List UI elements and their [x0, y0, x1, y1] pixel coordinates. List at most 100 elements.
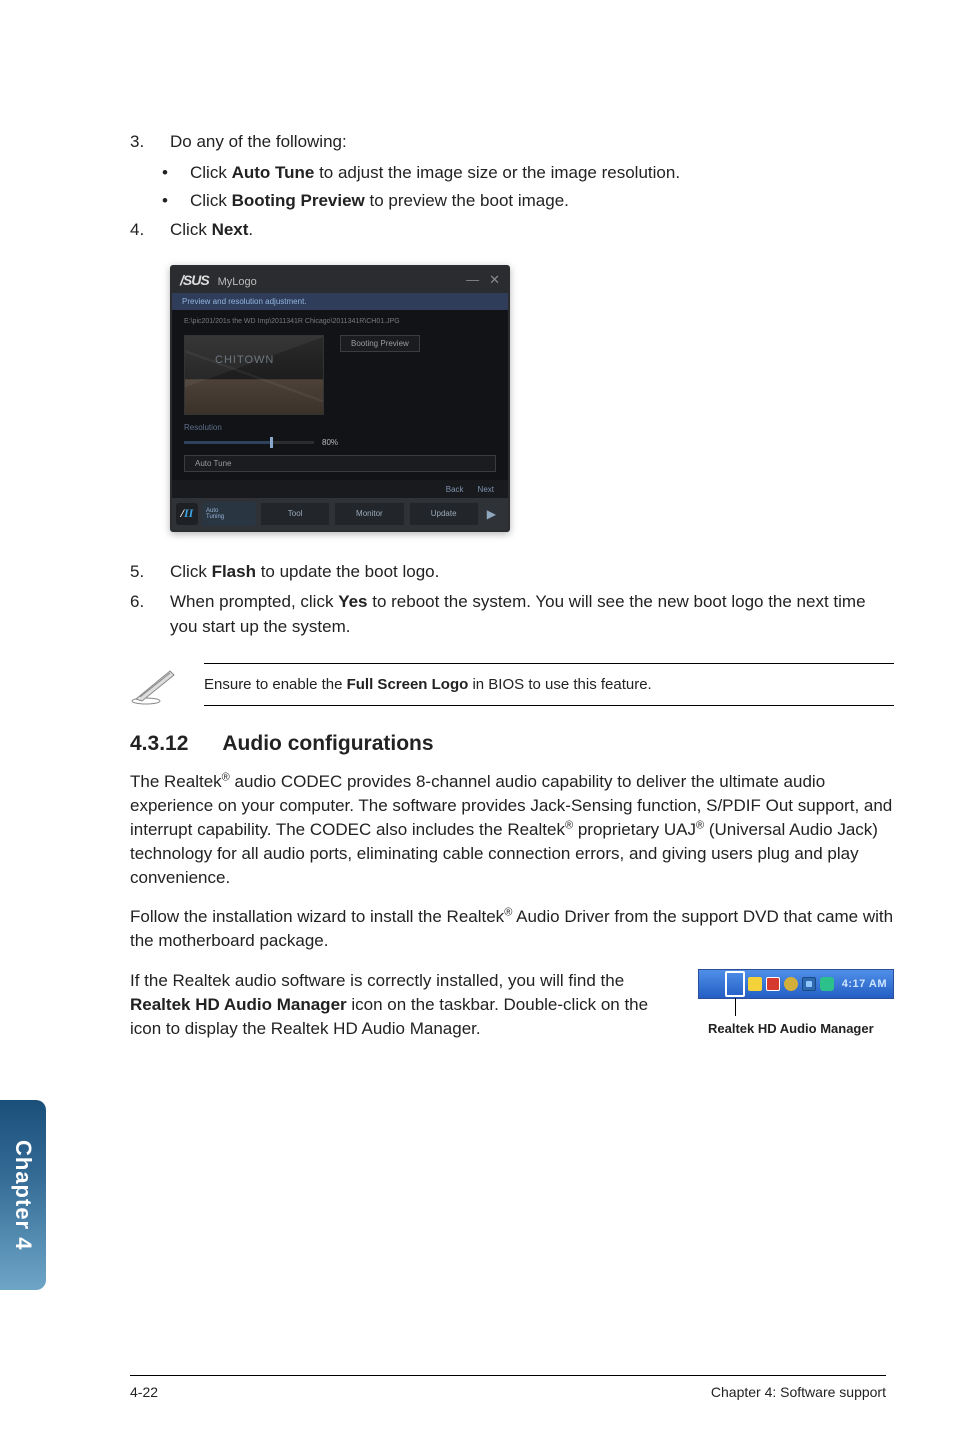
text: Click: [170, 220, 212, 239]
bullet-icon: •: [162, 161, 190, 186]
figure-caption: Realtek HD Audio Manager: [698, 1021, 894, 1036]
note-callout: Ensure to enable the Full Screen Logo in…: [130, 663, 894, 706]
text: proprietary UAJ: [573, 820, 696, 839]
step-text: Click Flash to update the boot logo.: [170, 560, 894, 585]
step-text: When prompted, click Yes to reboot the s…: [170, 590, 894, 639]
file-path: E:\pic201/201s the WD Imp\2011341R Chica…: [172, 310, 508, 329]
tray-balloon-icon[interactable]: [784, 977, 798, 991]
term: Yes: [338, 592, 367, 611]
step-3a: • Click Auto Tune to adjust the image si…: [162, 161, 894, 186]
paragraph-2: Follow the installation wizard to instal…: [130, 905, 894, 953]
taskbar-clock: 4:17 AM: [842, 978, 887, 990]
tray-shield-icon[interactable]: [748, 977, 762, 991]
mylogo-screenshot: /SUS MyLogo — ✕ Preview and resolution a…: [170, 265, 894, 532]
monitor-tile[interactable]: Monitor: [334, 502, 404, 526]
chevron-right-icon[interactable]: ▶: [483, 507, 500, 521]
tray-realtek-icon[interactable]: [766, 977, 780, 991]
thumbnail-watermark: CHITOWN: [215, 354, 274, 366]
term: Full Screen Logo: [347, 676, 469, 693]
text: If the Realtek audio software is correct…: [130, 971, 624, 990]
text: Ensure to enable the: [204, 676, 347, 693]
step-text: Click Next.: [170, 218, 894, 243]
term: Next: [212, 220, 249, 239]
preview-row: CHITOWN Booting Preview: [172, 329, 508, 419]
highlight-box: [725, 971, 745, 997]
brand-text: /SUS: [180, 272, 209, 288]
slider-knob[interactable]: [270, 437, 273, 448]
text: When prompted, click: [170, 592, 338, 611]
text: .: [248, 220, 253, 239]
slider-track[interactable]: [184, 441, 314, 444]
step-5: 5. Click Flash to update the boot logo.: [130, 560, 894, 585]
step-number: 3.: [130, 130, 170, 155]
resolution-label: Resolution: [184, 423, 496, 432]
section-number: 4.3.12: [130, 732, 188, 756]
tray-display-icon[interactable]: [802, 977, 816, 991]
window-subtitle: Preview and resolution adjustment.: [172, 293, 508, 310]
image-thumbnail: CHITOWN: [184, 335, 324, 415]
window-controls[interactable]: — ✕: [466, 272, 500, 288]
text: to update the boot logo.: [256, 562, 439, 581]
booting-preview-button[interactable]: Booting Preview: [340, 335, 420, 352]
step-text: Click Auto Tune to adjust the image size…: [190, 161, 894, 186]
step-number: 6.: [130, 590, 170, 639]
update-tile[interactable]: Update: [409, 502, 479, 526]
windows-taskbar: 4:17 AM: [698, 969, 894, 999]
step-6: 6. When prompted, click Yes to reboot th…: [130, 590, 894, 639]
app-window: /SUS MyLogo — ✕ Preview and resolution a…: [170, 265, 510, 532]
term: Auto Tune: [232, 163, 315, 182]
registered-icon: ®: [565, 819, 573, 831]
resolution-slider[interactable]: 80%: [184, 438, 496, 447]
text: to preview the boot image.: [365, 191, 569, 210]
tray-safely-remove-icon[interactable]: [820, 977, 834, 991]
note-pen-icon: [130, 665, 180, 705]
registered-icon: ®: [696, 819, 704, 831]
step-4: 4. Click Next.: [130, 218, 894, 243]
brand-logo: /SUS MyLogo: [180, 272, 257, 288]
ai-suite-icon[interactable]: /II: [176, 503, 198, 525]
step-number: 4.: [130, 218, 170, 243]
next-button[interactable]: Next: [478, 485, 494, 494]
step-number: 5.: [130, 560, 170, 585]
text: The Realtek: [130, 772, 222, 791]
step-3b: • Click Booting Preview to preview the b…: [162, 189, 894, 214]
footer-chapter: Chapter 4: Software support: [711, 1384, 886, 1400]
text: Click: [190, 191, 232, 210]
resolution-block: Resolution 80% Auto Tune: [172, 419, 508, 480]
footer-nav: Back Next: [172, 480, 508, 498]
tool-tile[interactable]: Tool: [260, 502, 330, 526]
callout-line: [735, 998, 736, 1016]
registered-icon: ®: [222, 772, 230, 784]
section-title: Audio configurations: [222, 732, 433, 756]
auto-tune-button[interactable]: Auto Tune: [184, 455, 496, 472]
page-number: 4-22: [130, 1384, 158, 1400]
close-icon[interactable]: ✕: [489, 272, 500, 288]
text: Click: [170, 562, 212, 581]
auto-tuning-tile[interactable]: Auto Tuning: [202, 502, 256, 526]
term: Realtek HD Audio Manager: [130, 995, 347, 1014]
step-text: Click Booting Preview to preview the boo…: [190, 189, 894, 214]
taskbar-figure: 4:17 AM Realtek HD Audio Manager: [698, 969, 894, 1036]
term: Booting Preview: [232, 191, 365, 210]
window-titlebar: /SUS MyLogo — ✕: [172, 267, 508, 293]
side-tab-label: Chapter 4: [10, 1140, 36, 1250]
slider-fill: [184, 441, 270, 444]
minimize-icon[interactable]: —: [466, 272, 479, 288]
bottom-bar: /II Auto Tuning Tool Monitor Update ▶: [172, 498, 508, 530]
bullet-icon: •: [162, 189, 190, 214]
footer-rule: [130, 1375, 886, 1376]
tile-line2: Tuning: [206, 514, 224, 520]
text: in BIOS to use this feature.: [468, 676, 651, 693]
text: Follow the installation wizard to instal…: [130, 907, 504, 926]
note-text: Ensure to enable the Full Screen Logo in…: [204, 663, 894, 706]
back-button[interactable]: Back: [446, 485, 464, 494]
paragraph-3: If the Realtek audio software is correct…: [130, 969, 680, 1040]
chapter-side-tab: Chapter 4: [0, 1100, 46, 1290]
paragraph-with-figure: If the Realtek audio software is correct…: [130, 969, 894, 1040]
text: to adjust the image size or the image re…: [314, 163, 680, 182]
window-title: MyLogo: [218, 276, 257, 288]
slider-value: 80%: [322, 438, 338, 447]
section-heading: 4.3.12 Audio configurations: [130, 732, 894, 756]
page-footer: 4-22 Chapter 4: Software support: [0, 1375, 954, 1400]
step-3: 3. Do any of the following:: [130, 130, 894, 155]
